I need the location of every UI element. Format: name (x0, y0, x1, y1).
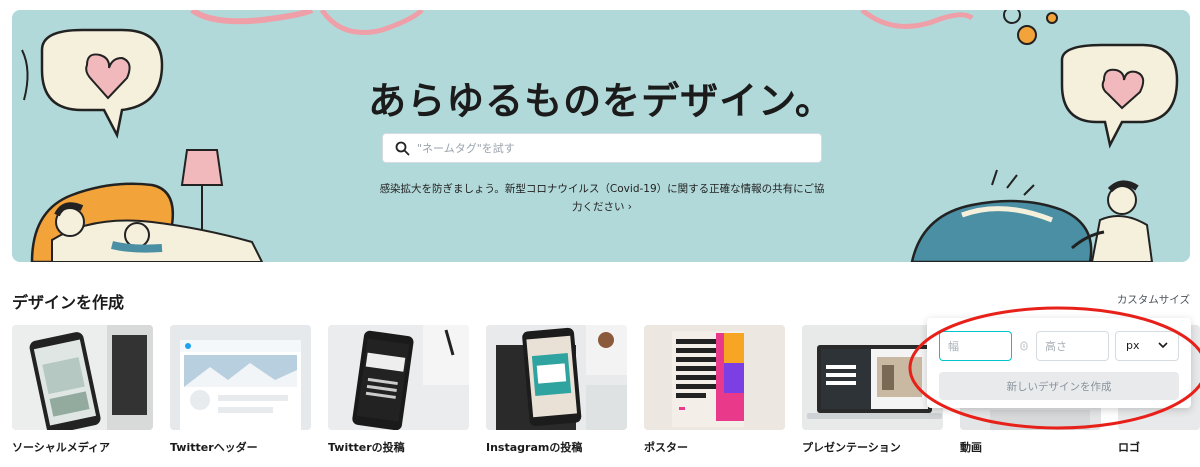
card-label: 動画 (960, 441, 982, 454)
card-thumbnail (644, 325, 785, 430)
width-input[interactable] (939, 331, 1012, 361)
card-label: Twitterの投稿 (328, 441, 405, 454)
search-input[interactable] (417, 134, 807, 162)
card-thumbnail (12, 325, 153, 430)
design-card-instagram-post[interactable]: Instagramの投稿 (486, 325, 627, 455)
search-icon (395, 141, 410, 156)
design-card-poster[interactable]: ポスター (644, 325, 785, 455)
custom-size-popup: px 新しいデザインを作成 (927, 318, 1191, 408)
hero-title: あらゆるものをデザイン。 (368, 79, 834, 123)
card-thumbnail (486, 325, 627, 430)
unit-value: px (1126, 339, 1140, 352)
design-card-social-media[interactable]: ソーシャルメディア (12, 325, 153, 455)
link-icon[interactable] (1019, 341, 1029, 351)
hero-banner: あらゆるものをデザイン。 感染拡大を防ぎましょう。新型コロナウイルス（Covid… (12, 10, 1190, 262)
card-label: プレゼンテーション (802, 441, 901, 454)
search-bar[interactable] (382, 133, 822, 163)
covid-notice: 感染拡大を防ぎましょう。新型コロナウイルス（Covid-19）に関する正確な情報… (362, 180, 842, 216)
design-card-twitter-post[interactable]: Twitterの投稿 (328, 325, 469, 455)
card-thumbnail (170, 325, 311, 430)
card-label: Instagramの投稿 (486, 441, 583, 454)
section-title: デザインを作成 (12, 293, 125, 312)
unit-select[interactable]: px (1115, 331, 1179, 361)
create-new-design-button[interactable]: 新しいデザインを作成 (939, 372, 1179, 400)
design-card-twitter-header[interactable]: Twitterヘッダー (170, 325, 311, 455)
height-input[interactable] (1036, 331, 1109, 361)
card-label: ロゴ (1118, 441, 1140, 454)
notice-link[interactable]: 力ください › (572, 201, 632, 213)
design-card-presentation[interactable]: プレゼンテーション (802, 325, 943, 455)
card-label: ポスター (644, 441, 688, 454)
notice-text: 感染拡大を防ぎましょう。新型コロナウイルス（Covid-19）に関する正確な情報… (379, 183, 825, 195)
chevron-down-icon (1158, 342, 1168, 349)
card-label: ソーシャルメディア (12, 441, 111, 454)
custom-size-link[interactable]: カスタムサイズ (1117, 292, 1190, 307)
card-label: Twitterヘッダー (170, 441, 258, 454)
card-thumbnail (802, 325, 943, 430)
card-thumbnail (328, 325, 469, 430)
